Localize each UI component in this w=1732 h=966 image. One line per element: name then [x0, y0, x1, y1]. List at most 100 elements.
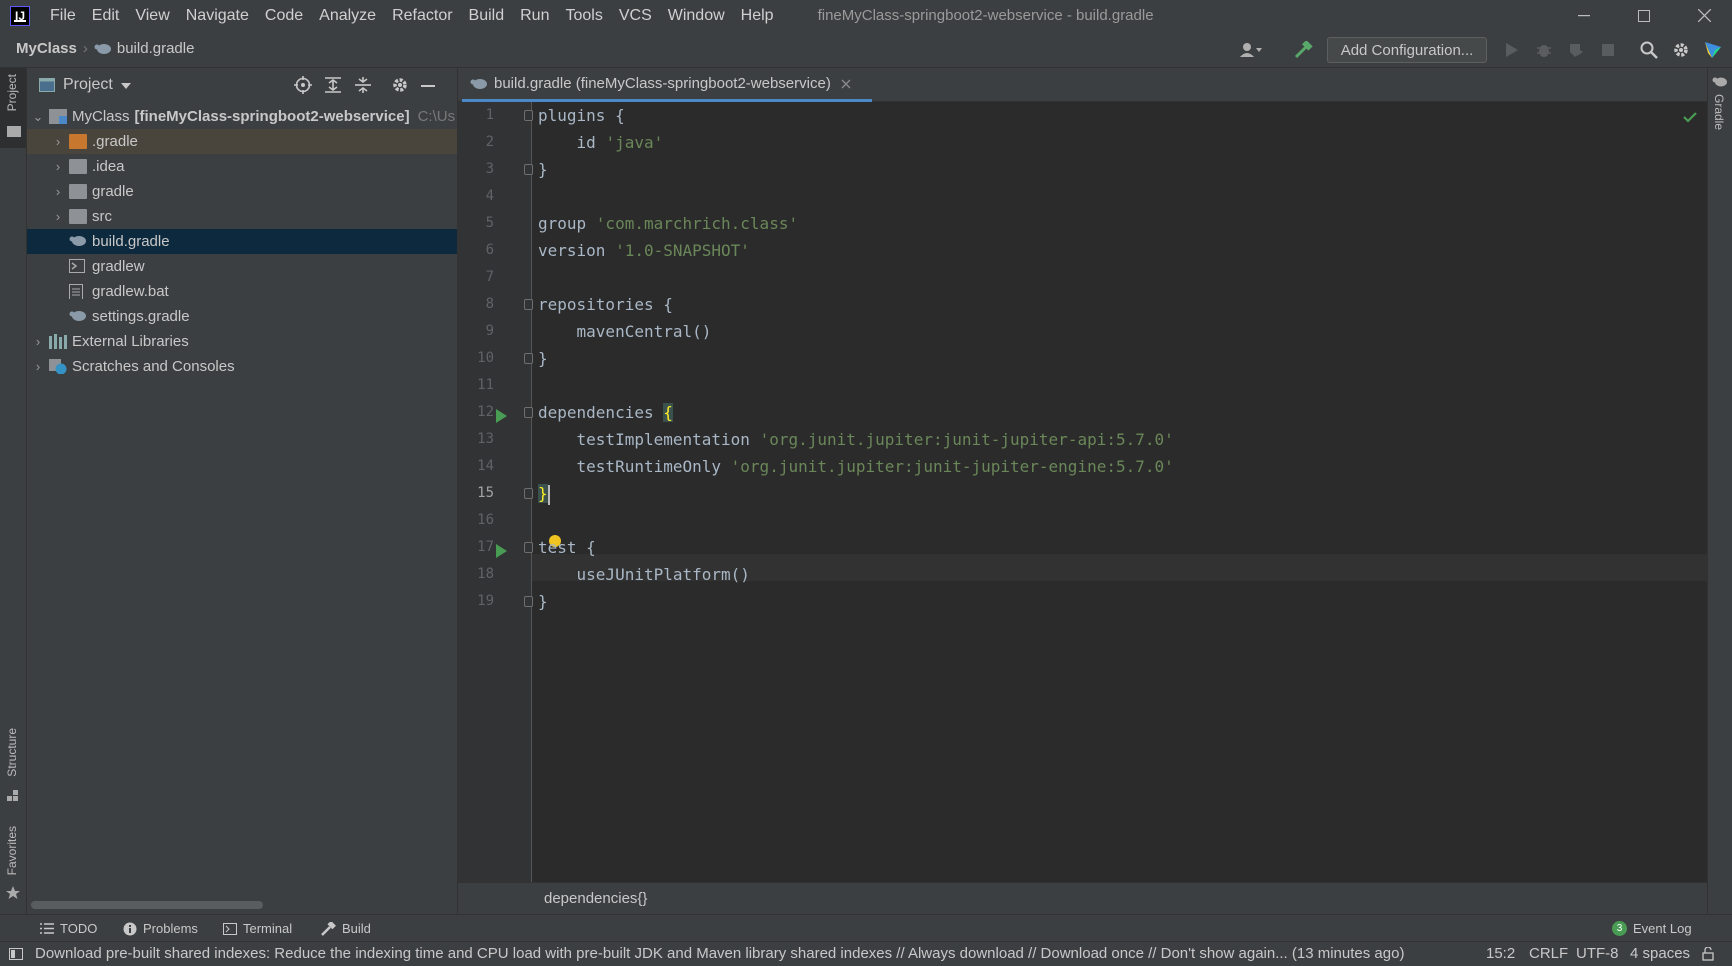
run-gutter-icon[interactable]: [496, 409, 507, 423]
hide-panel-icon[interactable]: [421, 85, 435, 87]
code-line[interactable]: }: [538, 480, 550, 507]
code-line[interactable]: version '1.0-SNAPSHOT': [538, 237, 750, 264]
favorites-tool-tab[interactable]: Favorites: [0, 820, 26, 906]
tree-item-external-libraries[interactable]: › External Libraries: [27, 329, 457, 354]
chevron-right-icon[interactable]: ›: [51, 134, 65, 149]
editor-tab-build-gradle[interactable]: build.gradle (fineMyClass-springboot2-we…: [462, 68, 872, 102]
tree-item-gradlew[interactable]: gradlew: [27, 254, 457, 279]
run-with-coverage-button[interactable]: [1565, 40, 1587, 60]
menu-window[interactable]: Window: [660, 7, 733, 25]
add-configuration-button[interactable]: Add Configuration...: [1327, 37, 1487, 63]
code-line[interactable]: }: [538, 588, 548, 615]
build-tool-button[interactable]: Build: [320, 921, 371, 936]
settings-button[interactable]: [1670, 40, 1692, 60]
indent-setting[interactable]: 4 spaces: [1630, 945, 1690, 962]
collapse-all-icon[interactable]: [355, 77, 371, 93]
structure-tool-tab[interactable]: Structure: [0, 720, 26, 806]
code-line[interactable]: test {: [538, 534, 596, 561]
code-line[interactable]: dependencies {: [538, 399, 673, 426]
tree-item-settings-gradle[interactable]: settings.gradle: [27, 304, 457, 329]
tree-item-scratches[interactable]: › Scratches and Consoles: [27, 354, 457, 379]
chevron-down-icon[interactable]: ⌄: [31, 109, 45, 125]
menu-navigate[interactable]: Navigate: [178, 7, 257, 25]
code-line[interactable]: testRuntimeOnly 'org.junit.jupiter:junit…: [538, 453, 1174, 480]
menu-file[interactable]: File: [42, 7, 84, 25]
menu-view[interactable]: View: [127, 7, 177, 25]
run-button[interactable]: [1501, 40, 1523, 60]
gear-icon[interactable]: [391, 76, 409, 94]
code-line[interactable]: group 'com.marchrich.class': [538, 210, 798, 237]
fold-marker-icon[interactable]: [524, 407, 533, 418]
minimize-button[interactable]: [1561, 0, 1607, 31]
code-breadcrumb[interactable]: dependencies{}: [544, 890, 647, 907]
gradle-tool-tab[interactable]: Gradle: [1708, 74, 1732, 154]
fold-marker-icon[interactable]: [524, 110, 533, 121]
fold-marker-icon[interactable]: [524, 353, 533, 364]
menu-refactor[interactable]: Refactor: [384, 7, 460, 25]
code-line[interactable]: useJUnitPlatform(): [538, 561, 750, 588]
project-tool-tab[interactable]: Project: [0, 68, 26, 148]
toggle-tool-windows-icon[interactable]: [9, 948, 23, 960]
todo-tool-button[interactable]: TODO: [40, 921, 97, 936]
code-line[interactable]: testImplementation 'org.junit.jupiter:ju…: [538, 426, 1174, 453]
caret-position[interactable]: 15:2: [1486, 945, 1515, 962]
fold-marker-icon[interactable]: [524, 488, 533, 499]
chevron-right-icon[interactable]: ›: [31, 359, 45, 374]
file-encoding[interactable]: UTF-8: [1576, 945, 1619, 962]
tree-item-gradle[interactable]: › gradle: [27, 179, 457, 204]
chevron-right-icon[interactable]: ›: [51, 209, 65, 224]
hammer-icon: [1294, 41, 1313, 59]
code-line[interactable]: repositories {: [538, 291, 673, 318]
terminal-tool-button[interactable]: Terminal: [223, 921, 292, 936]
user-account-button[interactable]: [1240, 40, 1262, 60]
menu-build[interactable]: Build: [461, 7, 513, 25]
tree-item-build-gradle[interactable]: build.gradle: [27, 229, 457, 254]
menu-run[interactable]: Run: [512, 7, 557, 25]
fold-marker-icon[interactable]: [524, 299, 533, 310]
stop-button[interactable]: [1597, 40, 1619, 60]
chevron-right-icon[interactable]: ›: [31, 334, 45, 349]
tree-item-dot-gradle[interactable]: › .gradle: [27, 129, 457, 154]
project-view-selector[interactable]: Project: [63, 76, 113, 94]
tree-item-src[interactable]: › src: [27, 204, 457, 229]
chevron-down-icon[interactable]: [121, 83, 131, 89]
horizontal-scrollbar[interactable]: [31, 901, 263, 909]
code-line[interactable]: mavenCentral(): [538, 318, 712, 345]
unlocked-icon[interactable]: [1702, 947, 1714, 961]
run-gutter-icon[interactable]: [496, 544, 507, 558]
expand-all-icon[interactable]: [325, 77, 341, 93]
event-log-button[interactable]: 3 Event Log: [1612, 921, 1692, 936]
select-opened-file-icon[interactable]: [294, 76, 312, 94]
debug-button[interactable]: [1533, 40, 1555, 60]
menu-tools[interactable]: Tools: [557, 7, 610, 25]
close-tab-icon[interactable]: [841, 79, 851, 89]
line-separator[interactable]: CRLF: [1529, 945, 1568, 962]
chevron-right-icon[interactable]: ›: [51, 184, 65, 199]
breadcrumb-file[interactable]: build.gradle: [117, 40, 195, 57]
chevron-right-icon[interactable]: ›: [51, 159, 65, 174]
search-everywhere-button[interactable]: [1638, 40, 1660, 60]
tree-item-gradlew-bat[interactable]: gradlew.bat: [27, 279, 457, 304]
code-line[interactable]: id 'java': [538, 129, 664, 156]
menu-edit[interactable]: Edit: [84, 7, 128, 25]
menu-help[interactable]: Help: [733, 7, 782, 25]
toolbox-button[interactable]: [1702, 40, 1724, 60]
maximize-button[interactable]: [1621, 0, 1667, 31]
menu-vcs[interactable]: VCS: [611, 7, 660, 25]
menu-analyze[interactable]: Analyze: [311, 7, 384, 25]
gradle-elephant-icon: [1712, 77, 1727, 87]
tree-item-idea[interactable]: › .idea: [27, 154, 457, 179]
fold-marker-icon[interactable]: [524, 164, 533, 175]
tree-item-project-root[interactable]: ⌄ MyClass [fineMyClass-springboot2-webse…: [27, 104, 457, 129]
breadcrumb-project[interactable]: MyClass: [16, 40, 77, 57]
status-message[interactable]: Download pre-built shared indexes: Reduc…: [35, 945, 1445, 962]
code-line[interactable]: plugins {: [538, 102, 625, 129]
code-line[interactable]: }: [538, 156, 548, 183]
fold-marker-icon[interactable]: [524, 542, 533, 553]
close-window-button[interactable]: [1681, 0, 1727, 31]
fold-marker-icon[interactable]: [524, 596, 533, 607]
menu-code[interactable]: Code: [257, 7, 311, 25]
build-project-button[interactable]: [1292, 40, 1314, 60]
problems-tool-button[interactable]: Problems: [123, 921, 198, 936]
code-line[interactable]: }: [538, 345, 548, 372]
